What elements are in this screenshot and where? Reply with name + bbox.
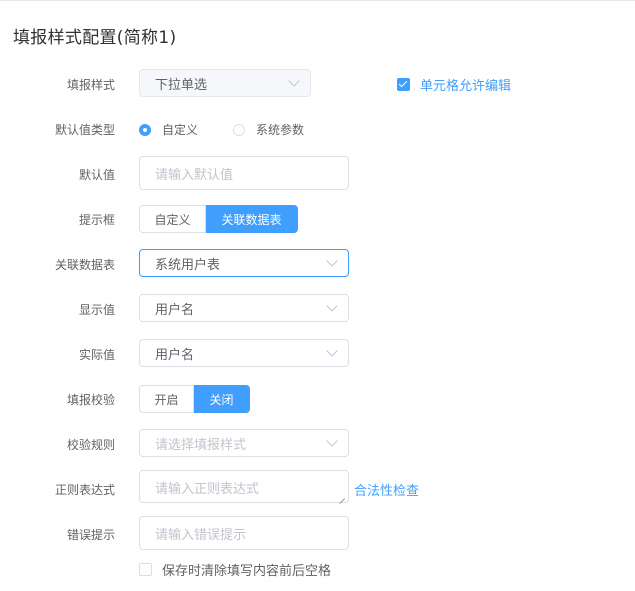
related-table-label: 关联数据表 [54, 258, 115, 272]
prompt-related-table-button[interactable]: 关联数据表 [206, 205, 298, 233]
actual-value-value: 用户名 [155, 347, 195, 363]
error-tip-placeholder: 请输入错误提示 [155, 527, 247, 543]
radio-unchecked-icon [233, 123, 245, 136]
radio-custom-label: 自定义 [162, 123, 199, 137]
resize-handle-icon[interactable] [339, 493, 345, 499]
prompt-custom-button[interactable]: 自定义 [139, 205, 206, 233]
actual-value-select[interactable]: 用户名 [139, 339, 349, 367]
regex-label: 正则表达式 [54, 483, 115, 497]
validation-label: 填报校验 [66, 393, 115, 407]
chevron-down-icon [326, 300, 338, 312]
default-value-input[interactable]: 请输入默认值 [139, 156, 349, 190]
prompt-segment: 自定义 关联数据表 [139, 205, 298, 233]
trim-label: 保存时清除填写内容前后空格 [162, 564, 332, 579]
trim-checkbox[interactable]: 保存时清除填写内容前后空格 [139, 560, 331, 579]
display-value-select[interactable]: 用户名 [139, 294, 349, 322]
validation-off-button[interactable]: 关闭 [194, 385, 250, 413]
validation-segment: 开启 关闭 [139, 385, 250, 413]
checkbox-checked-icon [397, 78, 410, 91]
regex-textarea[interactable]: 请输入正则表达式 [139, 470, 349, 503]
related-table-select[interactable]: 系统用户表 [139, 249, 349, 277]
actual-value-label: 实际值 [78, 348, 115, 362]
rule-placeholder: 请选择填报样式 [155, 437, 247, 453]
validity-check-link[interactable]: 合法性检查 [354, 480, 419, 499]
style-select[interactable]: 下拉单选 [139, 69, 311, 97]
chevron-down-icon [326, 345, 338, 357]
rule-select[interactable]: 请选择填报样式 [139, 429, 349, 457]
chevron-down-icon [326, 255, 338, 267]
error-tip-label: 错误提示 [66, 528, 115, 542]
rule-label: 校验规则 [66, 438, 115, 452]
related-table-value: 系统用户表 [155, 257, 221, 273]
error-tip-input[interactable]: 请输入错误提示 [139, 516, 349, 550]
radio-checked-icon [139, 123, 151, 136]
validation-on-button[interactable]: 开启 [139, 385, 194, 413]
checkbox-unchecked-icon [139, 563, 152, 576]
page-title: 填报样式配置(简称1) [13, 28, 177, 48]
default-type-label: 默认值类型 [54, 123, 115, 137]
cell-edit-checkbox[interactable]: 单元格允许编辑 [397, 75, 511, 94]
radio-custom[interactable]: 自定义 [139, 121, 198, 138]
display-value-label: 显示值 [78, 303, 115, 317]
default-value-placeholder: 请输入默认值 [155, 167, 234, 183]
display-value-value: 用户名 [155, 302, 195, 318]
cell-edit-label: 单元格允许编辑 [420, 79, 512, 94]
radio-system-param-label: 系统参数 [256, 123, 305, 137]
chevron-down-icon [288, 75, 300, 87]
chevron-down-icon [326, 435, 338, 447]
regex-placeholder: 请输入正则表达式 [155, 482, 260, 497]
top-divider [0, 0, 635, 1]
prompt-label: 提示框 [78, 213, 115, 227]
default-value-label: 默认值 [78, 168, 115, 182]
style-label: 填报样式 [66, 78, 115, 92]
style-select-value: 下拉单选 [155, 77, 208, 93]
radio-system-param[interactable]: 系统参数 [233, 121, 304, 138]
